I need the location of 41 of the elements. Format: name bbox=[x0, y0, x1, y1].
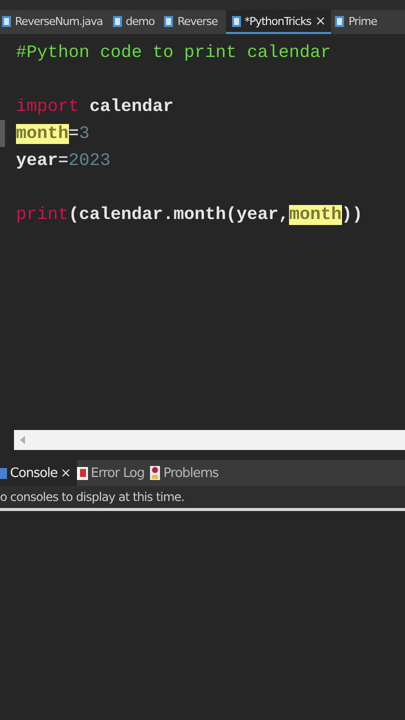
file-icon bbox=[164, 16, 174, 26]
file-icon bbox=[335, 16, 344, 26]
tab-label: Console bbox=[10, 466, 58, 480]
editor-tab[interactable]: *PythonTricks × bbox=[226, 10, 332, 34]
panel-tab[interactable]: Problems bbox=[150, 460, 224, 486]
code-token: print bbox=[16, 204, 69, 224]
console-icon bbox=[0, 468, 7, 478]
tab-label: Error Log bbox=[90, 466, 144, 480]
console-message: o consoles to display at this time. bbox=[0, 490, 184, 504]
highlighted-code: month bbox=[16, 124, 69, 144]
tab-label: Problems bbox=[163, 466, 218, 480]
code-token: import bbox=[16, 96, 80, 116]
tab-label: Reverse bbox=[177, 14, 218, 28]
code-token: calendar bbox=[88, 96, 174, 116]
horizontal-scrollbar[interactable] bbox=[14, 430, 405, 450]
close-icon[interactable]: × bbox=[315, 14, 326, 28]
panel-tab[interactable]: Console × bbox=[0, 460, 77, 486]
code-token: #Python code to print calendar bbox=[16, 42, 332, 62]
file-icon bbox=[2, 16, 11, 26]
code-token: )) bbox=[342, 204, 363, 224]
document-icon bbox=[76, 466, 88, 480]
code-token: = bbox=[68, 124, 80, 144]
editor-tab[interactable]: demo bbox=[110, 10, 160, 34]
editor-tab[interactable]: ReverseNum.java bbox=[0, 10, 109, 34]
close-icon[interactable]: × bbox=[60, 466, 71, 480]
tab-label: Prime bbox=[348, 14, 377, 28]
file-icon bbox=[112, 16, 122, 26]
code-token: year bbox=[16, 150, 58, 170]
code-token: = bbox=[58, 150, 69, 170]
code-token: (calendar.month(year, bbox=[68, 204, 290, 224]
code-token: 2023 bbox=[68, 150, 111, 170]
file-icon bbox=[232, 16, 240, 26]
editor-tab[interactable]: Reverse bbox=[162, 10, 224, 34]
tab-label: ReverseNum.java bbox=[15, 14, 103, 28]
tab-label: demo bbox=[126, 14, 154, 28]
left-arrow-icon[interactable] bbox=[20, 436, 25, 444]
panel-tab[interactable]: Error Log bbox=[76, 460, 150, 486]
highlighted-code: month bbox=[289, 204, 342, 224]
editor-tab[interactable]: Prime bbox=[333, 10, 383, 34]
code-token: 3 bbox=[79, 124, 90, 144]
tab-label: *PythonTricks bbox=[244, 14, 312, 28]
